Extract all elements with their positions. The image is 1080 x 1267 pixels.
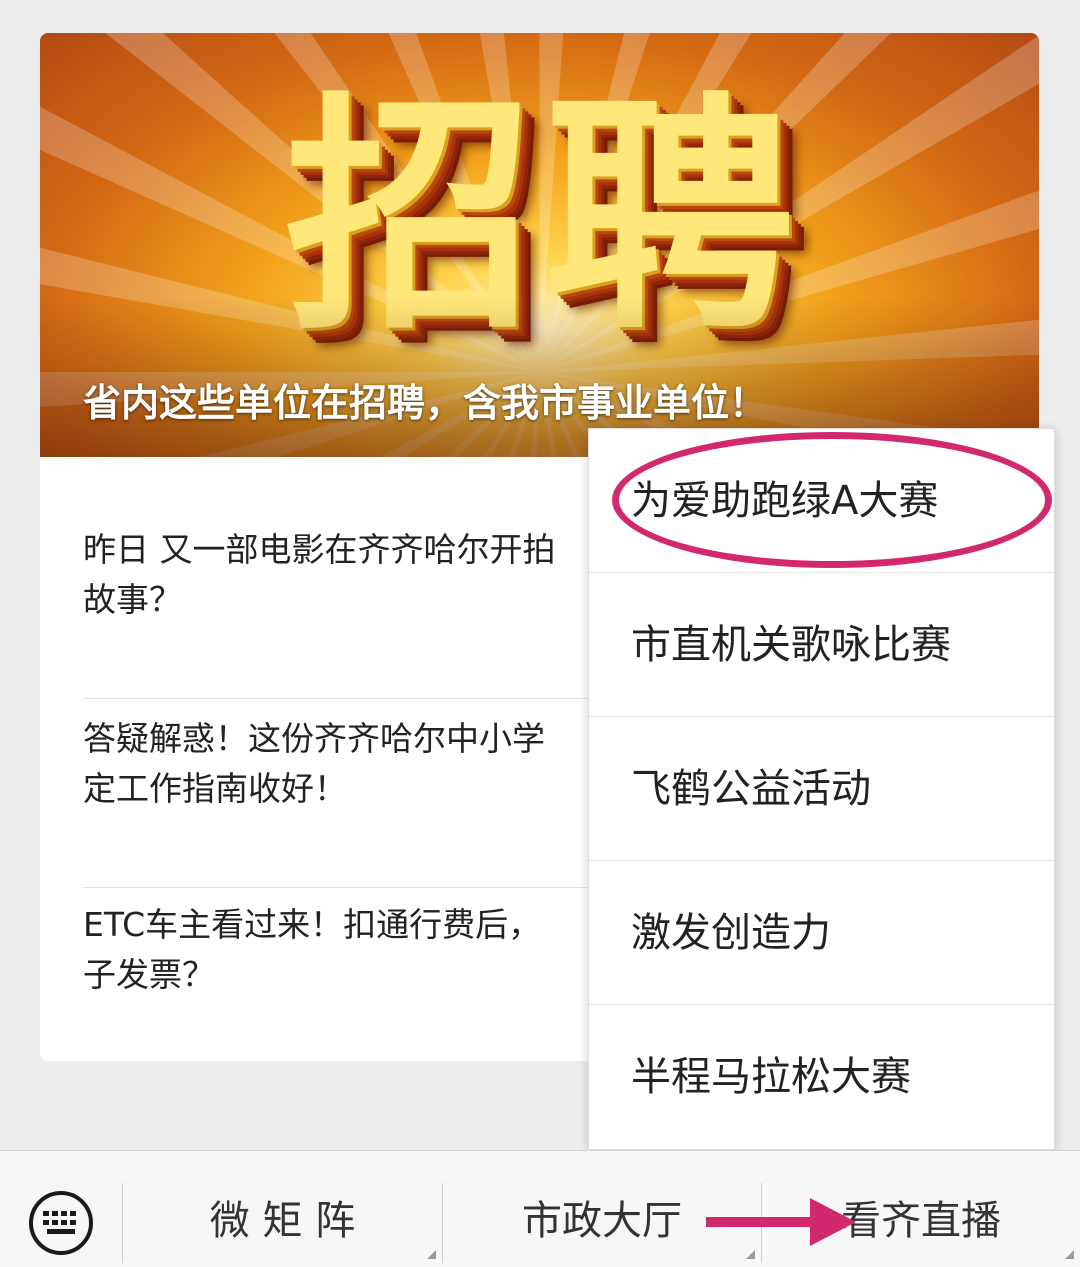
keyboard-icon (29, 1191, 93, 1255)
menu-qiqi-live[interactable]: 看齐直播 (762, 1151, 1080, 1267)
menu-label: 看齐直播 (841, 1198, 1001, 1244)
submenu-indicator-icon (427, 1250, 436, 1259)
banner-article[interactable]: 招聘 省内这些单位在招聘，含我市事业单位！ (40, 33, 1039, 457)
submenu-indicator-icon (1065, 1250, 1074, 1259)
submenu-item-label: 半程马拉松大赛 (631, 1054, 911, 1100)
menu-label: 微 矩 阵 (209, 1198, 356, 1244)
submenu-indicator-icon (746, 1250, 755, 1259)
submenu-item-label: 飞鹤公益活动 (631, 766, 871, 812)
submenu-item-half-marathon[interactable]: 半程马拉松大赛 (589, 1005, 1054, 1149)
bottom-menu-bar: 微 矩 阵 市政大厅 看齐直播 (0, 1150, 1080, 1267)
menu-city-hall[interactable]: 市政大厅 (443, 1151, 761, 1267)
menu-label: 市政大厅 (522, 1198, 682, 1244)
submenu-item-label: 为爱助跑绿A大赛 (631, 478, 939, 524)
submenu-item-feihe-charity[interactable]: 飞鹤公益活动 (589, 717, 1054, 861)
submenu-item-creativity[interactable]: 激发创造力 (589, 861, 1054, 1005)
keyboard-toggle-button[interactable] (0, 1151, 122, 1267)
submenu-item-singing-contest[interactable]: 市直机关歌咏比赛 (589, 573, 1054, 717)
submenu-item-label: 激发创造力 (631, 910, 831, 956)
banner-headline: 省内这些单位在招聘，含我市事业单位！ (83, 381, 768, 425)
submenu-popup: 为爱助跑绿A大赛 市直机关歌咏比赛 飞鹤公益活动 激发创造力 半程马拉松大赛 (588, 428, 1055, 1150)
submenu-item-run-for-love[interactable]: 为爱助跑绿A大赛 (589, 429, 1054, 573)
submenu-item-label: 市直机关歌咏比赛 (631, 622, 951, 668)
menu-micro-matrix[interactable]: 微 矩 阵 (123, 1151, 442, 1267)
